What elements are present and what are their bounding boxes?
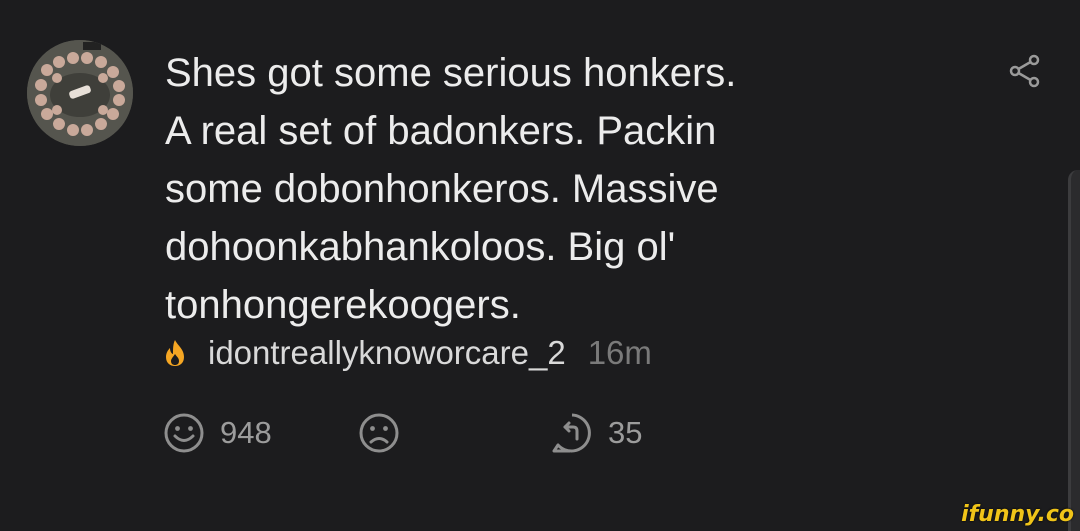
avatar[interactable] [27, 40, 133, 146]
scrollbar[interactable] [1068, 170, 1080, 531]
frown-icon [359, 413, 399, 453]
dislike-button[interactable] [357, 410, 415, 456]
watermark: ifunny.co [961, 502, 1074, 527]
avatar-image [27, 40, 133, 146]
timestamp: 16m [587, 334, 652, 371]
reply-button[interactable]: 35 [550, 410, 642, 456]
comment-text: Shes got some serious honkers. A real se… [165, 51, 737, 327]
reply-icon [552, 413, 591, 453]
flame-icon [166, 340, 184, 366]
smile-icon [164, 413, 204, 453]
reply-count: 35 [608, 415, 643, 450]
comment-meta: idontreallyknoworcare_2 16m [162, 330, 652, 376]
share-button[interactable] [1008, 54, 1042, 88]
share-icon [1009, 54, 1040, 88]
like-button[interactable]: 948 [162, 410, 272, 456]
username-link[interactable]: idontreallyknoworcare_2 [208, 334, 566, 372]
like-count: 948 [220, 415, 272, 450]
